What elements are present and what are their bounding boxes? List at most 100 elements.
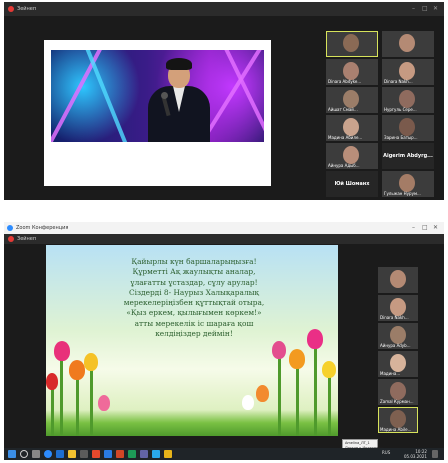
slide-line: мерекелеріңізбен құттықтай отыра, (123, 298, 265, 308)
participant-tile[interactable]: Мадина Abile... (378, 407, 418, 433)
participant-tile[interactable]: Юй Шоманх (326, 171, 378, 197)
tulip-decoration (69, 360, 85, 380)
chrome-icon[interactable] (92, 450, 100, 458)
window-title: Зейнеп (17, 6, 37, 12)
tulip-decoration (322, 361, 336, 378)
window-titlebar: Zoom Конференция – □ ✕ (4, 222, 444, 234)
meeting-info-bar: Зейнеп (4, 234, 444, 244)
participant-name: Dinara Nakh... (380, 315, 409, 320)
participant-name: Зарина Батыр... (384, 135, 418, 140)
participant-tile[interactable] (326, 31, 378, 57)
participant-avatar (390, 270, 406, 288)
tulip-decoration (84, 353, 98, 371)
participant-name: Айнура Adyb... (380, 343, 411, 348)
minimize-button[interactable]: – (412, 5, 415, 12)
participant-avatar (390, 382, 406, 400)
participant-avatar (343, 118, 359, 136)
participant-tile[interactable]: Мадина Абиле... (326, 115, 378, 141)
participant-tile[interactable]: Айшат Смай... (326, 87, 378, 113)
participant-tile[interactable] (378, 267, 418, 293)
bottom-zoom-window: Zoom Конференция – □ ✕ Зейнеп Қайырлы кү… (4, 222, 444, 460)
powerpoint-icon[interactable] (116, 450, 124, 458)
telegram-icon[interactable] (152, 450, 160, 458)
participant-name: Dinara Abdyke... (328, 79, 362, 84)
tulip-decoration (256, 385, 269, 402)
slide-line: «Қыз еркем, қылығымен көркем!» (126, 308, 262, 318)
tulip-decoration (307, 329, 323, 349)
app-icon[interactable] (164, 450, 172, 458)
participant-avatar (343, 146, 359, 164)
participant-avatar (390, 298, 406, 316)
participant-name: Zamal Курман... (380, 399, 414, 404)
task-view-icon[interactable] (32, 450, 40, 458)
minimize-button[interactable]: – (412, 224, 415, 231)
notification-icon[interactable] (432, 450, 438, 458)
participant-tile[interactable]: Dinara Nakh... (382, 59, 434, 85)
participant-avatar (343, 90, 359, 108)
close-button[interactable]: ✕ (433, 5, 438, 12)
participant-tile[interactable]: Aigerim Abdyrg... (382, 143, 434, 169)
windows-start-icon[interactable] (8, 450, 16, 458)
participant-name: Мадина... (380, 371, 401, 376)
windows-taskbar: RUS 10:22 05.03.2021 (4, 448, 444, 460)
participant-tile[interactable]: Dinara Abdyke... (326, 59, 378, 85)
participant-tile[interactable]: Мадина... (378, 351, 418, 377)
participant-name: Aigerim Abdyrg... (383, 153, 433, 159)
tulip-decoration (242, 395, 254, 410)
close-button[interactable]: ✕ (433, 224, 438, 231)
zoom-app-icon[interactable] (44, 450, 52, 458)
store-icon[interactable] (80, 450, 88, 458)
participant-tile[interactable]: Зарина Батыр... (382, 115, 434, 141)
maximize-button[interactable]: □ (422, 224, 428, 231)
tulip-decoration (289, 349, 305, 369)
top-zoom-window: Зейнеп – □ ✕ Dinara Abdyke... Dinara Nak… (4, 2, 444, 200)
teams-icon[interactable] (140, 450, 148, 458)
keyboard-language[interactable]: RUS (382, 450, 390, 455)
slide-line: Құрметті Ақ жаулықты аналар, (132, 267, 256, 277)
participant-tile[interactable] (382, 31, 434, 57)
folder-icon[interactable] (68, 450, 76, 458)
slide-line: Сіздерді 8- Наурыз Халықаралық (128, 287, 260, 297)
zoom-logo-icon (7, 225, 13, 231)
participant-tile[interactable]: Zamal Курман... (378, 379, 418, 405)
participant-avatar (343, 34, 359, 52)
shared-video (51, 50, 264, 142)
tulip-decoration (272, 341, 286, 359)
recording-icon (8, 6, 14, 12)
search-icon[interactable] (20, 450, 28, 458)
slide-line: ұлағатты ұстаздар, сұлу арулар! (130, 277, 258, 287)
slide-line: Қайырлы күн баршаларыңызға! (131, 257, 257, 266)
participant-tile[interactable]: Нургуль Сере... (382, 87, 434, 113)
window-title: Zoom Конференция (16, 225, 69, 231)
participant-name: Юй Шоманх (334, 181, 370, 187)
participant-avatar (399, 118, 415, 136)
participant-avatar (399, 90, 415, 108)
participant-name: Мадина Абиле... (328, 135, 363, 140)
presenter-label: Зейнеп (17, 236, 37, 242)
edge-icon[interactable] (56, 450, 64, 458)
slide-line: келдіңіздер деймін! (155, 329, 233, 339)
participant-name: Айнура Адыб... (328, 163, 360, 168)
participant-tile[interactable]: Гульжан Нурум... (382, 171, 434, 197)
participant-tile[interactable]: Dinara Nakh... (378, 295, 418, 321)
participant-name: Dinara Nakh... (384, 79, 413, 84)
participant-tile[interactable]: Айнура Адыб... (326, 143, 378, 169)
shared-screen (44, 40, 271, 186)
participant-avatar (343, 62, 359, 80)
clock-date: 05.03.2021 (404, 454, 427, 459)
participant-avatar (390, 410, 406, 428)
shared-slide: Қайырлы күн баршаларыңызға! Құрметті Ақ … (46, 245, 338, 436)
participant-avatar (399, 174, 415, 192)
word-icon[interactable] (104, 450, 112, 458)
participant-avatar (399, 62, 415, 80)
slide-greeting-text: Қайырлы күн баршаларыңызға! Құрметті Ақ … (96, 257, 292, 339)
tulip-decoration (54, 341, 70, 361)
clock[interactable]: 10:22 05.03.2021 (404, 449, 427, 459)
participant-tile[interactable]: Айнура Adyb... (378, 323, 418, 349)
participant-avatar (390, 354, 406, 372)
participant-name: Гульжан Нурум... (384, 191, 421, 196)
maximize-button[interactable]: □ (422, 5, 428, 12)
participant-name: Мадина Abile... (380, 427, 412, 432)
recording-icon (8, 236, 14, 242)
excel-icon[interactable] (128, 450, 136, 458)
